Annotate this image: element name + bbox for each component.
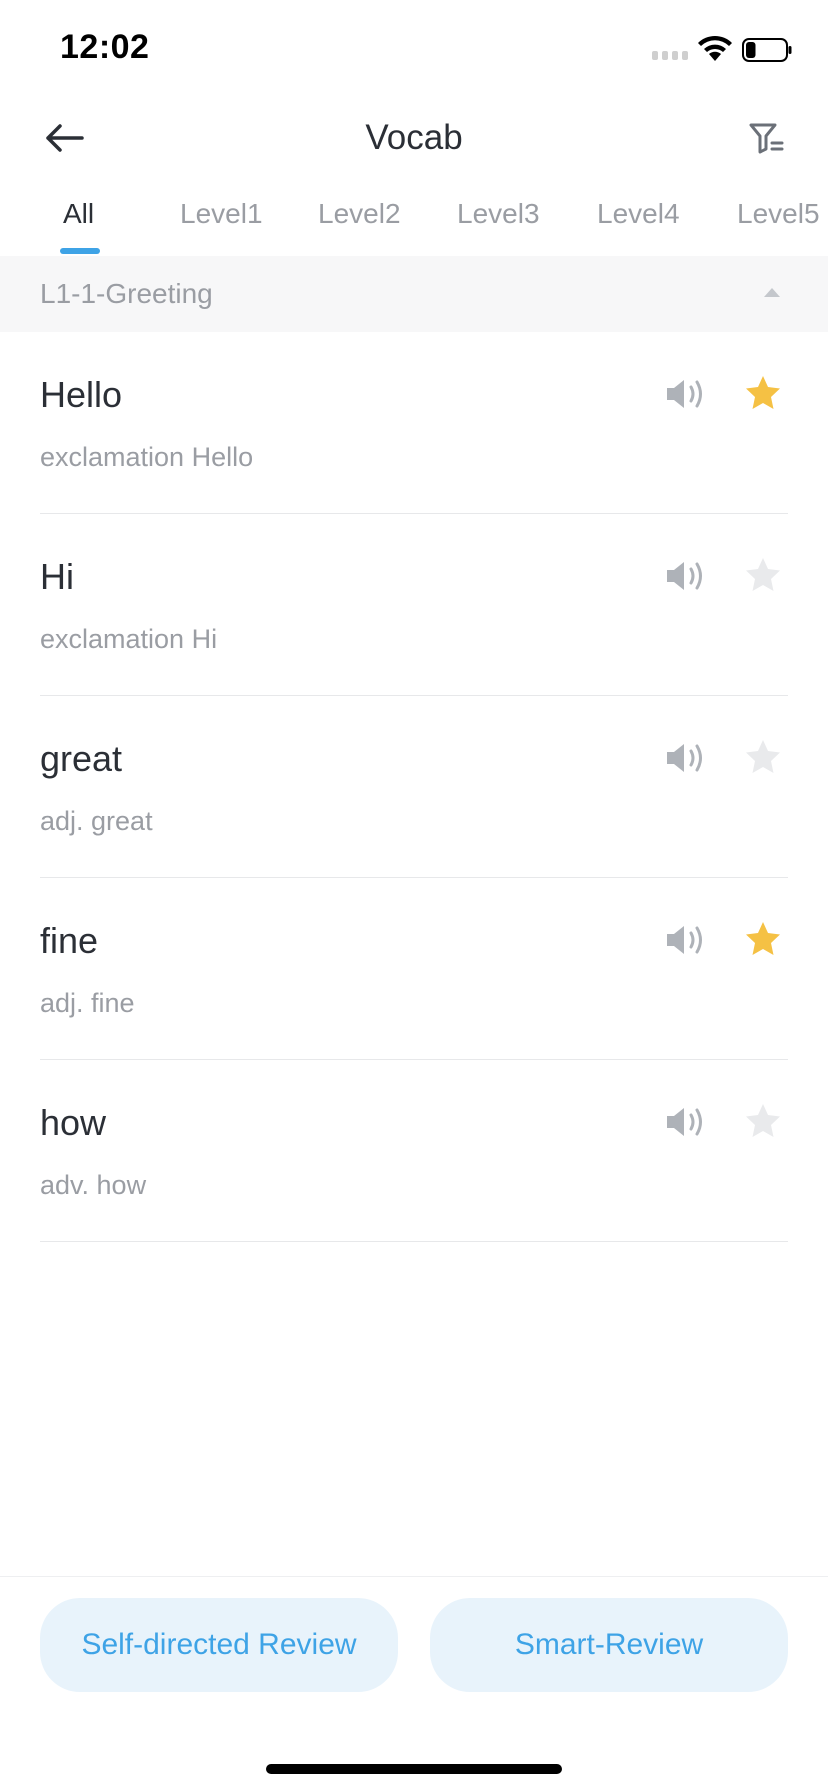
nav-bar: Vocab <box>0 100 828 176</box>
status-bar: 12:02 <box>0 0 828 100</box>
vocab-definition: exclamation Hello <box>40 442 254 472</box>
tab-all[interactable]: All <box>63 198 94 230</box>
cellular-signal-icon <box>652 51 688 60</box>
vocab-item-fine[interactable]: fine adj. fine <box>40 878 788 1060</box>
filter-icon <box>749 123 784 154</box>
star-icon[interactable] <box>744 920 782 958</box>
vocab-item-hi[interactable]: Hi exclamation Hi <box>40 514 788 696</box>
tab-level4[interactable]: Level4 <box>597 198 680 230</box>
tab-level1[interactable]: Level1 <box>180 198 263 230</box>
level-tabs: All Level1 Level2 Level3 Level4 Level5 <box>0 180 828 256</box>
speaker-icon[interactable] <box>664 922 706 958</box>
speaker-icon[interactable] <box>664 376 706 412</box>
vocab-definition: adj. fine <box>40 988 135 1018</box>
wifi-icon <box>698 35 732 61</box>
speaker-icon[interactable] <box>664 1104 706 1140</box>
star-icon[interactable] <box>744 738 782 776</box>
vocab-word: great <box>40 738 123 779</box>
vocab-word: Hello <box>40 374 123 415</box>
vocab-word: fine <box>40 920 99 961</box>
vocab-definition: adj. great <box>40 806 153 836</box>
home-indicator <box>266 1764 562 1774</box>
vocab-list: Hello exclamation Hello Hi exclamation H… <box>40 332 788 1242</box>
bottom-divider <box>0 1576 828 1577</box>
active-tab-indicator <box>60 248 100 254</box>
vocab-word: how <box>40 1102 107 1143</box>
vocab-item-great[interactable]: great adj. great <box>40 696 788 878</box>
filter-button[interactable] <box>742 114 790 162</box>
vocab-item-how[interactable]: how adv. how <box>40 1060 788 1242</box>
status-time: 12:02 <box>60 28 150 66</box>
speaker-icon[interactable] <box>664 740 706 776</box>
vocab-definition: adv. how <box>40 1170 147 1200</box>
tab-level3[interactable]: Level3 <box>457 198 540 230</box>
battery-icon <box>742 38 792 62</box>
tab-level2[interactable]: Level2 <box>318 198 401 230</box>
vocab-item-hello[interactable]: Hello exclamation Hello <box>40 332 788 514</box>
star-icon[interactable] <box>744 374 782 412</box>
caret-up-icon[interactable] <box>762 284 782 300</box>
smart-review-button[interactable]: Smart-Review <box>430 1598 788 1692</box>
section-header[interactable]: L1-1-Greeting <box>0 256 828 332</box>
speaker-icon[interactable] <box>664 558 706 594</box>
tab-level5[interactable]: Level5 <box>737 198 820 230</box>
vocab-screen: 12:02 Vocab All Level1 Level2 Level3 Lev… <box>0 0 828 1792</box>
star-icon[interactable] <box>744 556 782 594</box>
self-directed-review-button[interactable]: Self-directed Review <box>40 1598 398 1692</box>
section-title: L1-1-Greeting <box>40 278 213 309</box>
vocab-word: Hi <box>40 556 74 597</box>
page-title: Vocab <box>365 118 463 157</box>
star-icon[interactable] <box>744 1102 782 1140</box>
vocab-definition: exclamation Hi <box>40 624 218 654</box>
